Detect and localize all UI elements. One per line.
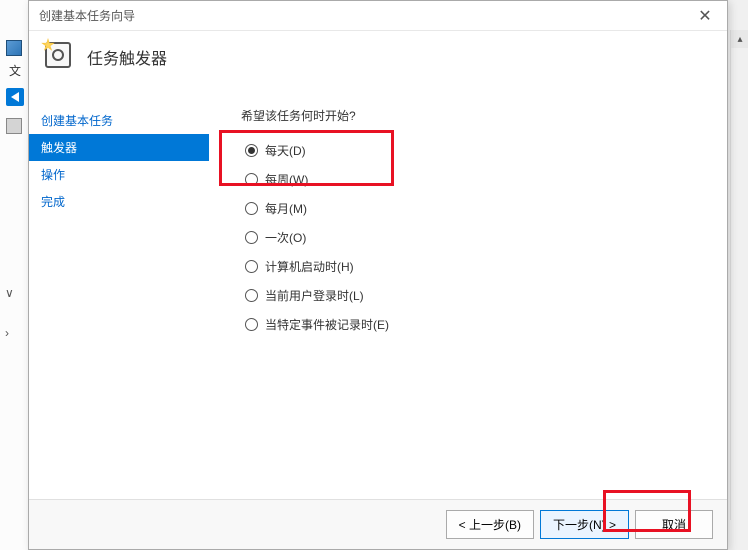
radio-icon xyxy=(245,231,258,244)
radio-logon[interactable]: 当前用户登录时(L) xyxy=(245,287,707,304)
next-button[interactable]: 下一步(N) > xyxy=(540,510,629,539)
trigger-options: 每天(D) 每周(W) 每月(M) 一次(O) 计算机启动时(H) xyxy=(241,142,707,333)
sidebar-step-create[interactable]: 创建基本任务 xyxy=(29,107,209,134)
close-button[interactable]: ✕ xyxy=(683,1,727,31)
radio-label: 当特定事件被记录时(E) xyxy=(265,316,389,333)
radio-weekly[interactable]: 每周(W) xyxy=(245,171,707,188)
sidebar-step-finish[interactable]: 完成 xyxy=(29,188,209,215)
radio-daily[interactable]: 每天(D) xyxy=(245,142,707,159)
chevron-right-icon[interactable]: › xyxy=(5,326,9,340)
close-icon: ✕ xyxy=(698,6,711,26)
sidebar-step-trigger[interactable]: 触发器 xyxy=(29,134,209,161)
back-button[interactable]: < 上一步(B) xyxy=(446,510,534,539)
bg-app-icon xyxy=(6,40,22,56)
scrollbar[interactable]: ▴ xyxy=(730,30,748,520)
scroll-up-button[interactable]: ▴ xyxy=(731,30,748,48)
wizard-dialog: 创建基本任务向导 ✕ 任务触发器 创建基本任务 触发器 操作 完成 希望该任务何… xyxy=(28,0,728,550)
radio-icon xyxy=(245,144,258,157)
radio-once[interactable]: 一次(O) xyxy=(245,229,707,246)
radio-icon xyxy=(245,202,258,215)
content-area: 创建基本任务 触发器 操作 完成 希望该任务何时开始? 每天(D) 每周(W) … xyxy=(29,83,727,493)
page-title: 任务触发器 xyxy=(87,45,167,69)
background-panel: 文 ∨ › xyxy=(0,0,30,550)
radio-monthly[interactable]: 每月(M) xyxy=(245,200,707,217)
cancel-button[interactable]: 取消 xyxy=(635,510,713,539)
radio-icon xyxy=(245,260,258,273)
radio-icon xyxy=(245,173,258,186)
radio-label: 每月(M) xyxy=(265,200,307,217)
wizard-header: 任务触发器 xyxy=(29,31,727,83)
main-panel: 希望该任务何时开始? 每天(D) 每周(W) 每月(M) 一次(O) xyxy=(209,83,727,493)
radio-label: 计算机启动时(H) xyxy=(265,258,354,275)
radio-icon xyxy=(245,318,258,331)
chevron-down-icon[interactable]: ∨ xyxy=(5,286,14,300)
titlebar: 创建基本任务向导 ✕ xyxy=(29,1,727,31)
bg-tree-icon xyxy=(6,118,22,134)
dialog-title: 创建基本任务向导 xyxy=(39,7,135,24)
bg-text: 文 xyxy=(9,62,21,79)
radio-label: 每天(D) xyxy=(265,142,306,159)
radio-event[interactable]: 当特定事件被记录时(E) xyxy=(245,316,707,333)
radio-label: 当前用户登录时(L) xyxy=(265,287,364,304)
back-arrow-icon[interactable] xyxy=(6,88,24,106)
radio-icon xyxy=(245,289,258,302)
radio-startup[interactable]: 计算机启动时(H) xyxy=(245,258,707,275)
sidebar-step-action[interactable]: 操作 xyxy=(29,161,209,188)
wizard-steps-sidebar: 创建基本任务 触发器 操作 完成 xyxy=(29,83,209,493)
wizard-footer: < 上一步(B) 下一步(N) > 取消 xyxy=(29,499,727,549)
wizard-icon xyxy=(45,42,75,72)
radio-label: 一次(O) xyxy=(265,229,306,246)
trigger-question: 希望该任务何时开始? xyxy=(241,107,707,124)
radio-label: 每周(W) xyxy=(265,171,308,188)
